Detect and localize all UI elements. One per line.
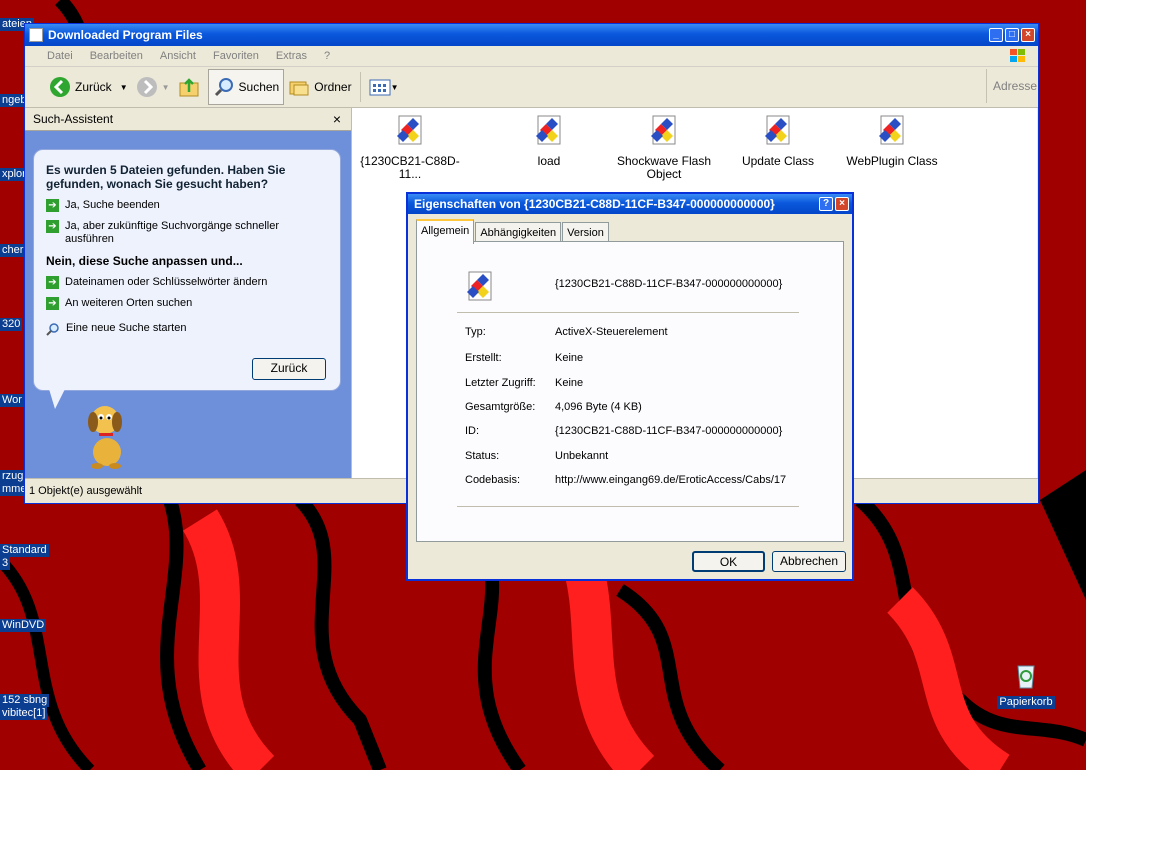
prop-value-typ: ActiveX-Steuerelement	[555, 326, 668, 338]
green-arrow-icon: ➔	[46, 276, 59, 289]
prop-label-status: Status:	[465, 450, 500, 462]
option-faster-search[interactable]: ➔ Ja, aber zukünftige Suchvorgänge schne…	[46, 220, 328, 246]
dialog-titlebar[interactable]: Eigenschaften von {1230CB21-C88D-11CF-B3…	[408, 194, 852, 214]
prop-label-typ: Typ:	[465, 326, 486, 338]
prop-value-letzter-zugriff: Keine	[555, 377, 584, 389]
activex-control-icon	[467, 271, 492, 301]
search-pane-close-icon[interactable]: ×	[333, 108, 341, 130]
green-arrow-icon: ➔	[46, 220, 59, 233]
desktop-icon-320[interactable]: 320	[0, 318, 23, 331]
activex-control-icon	[765, 115, 790, 145]
file-item-update-class[interactable]: Update Class	[728, 114, 828, 168]
views-dropdown-icon[interactable]: ▼	[391, 83, 399, 92]
file-item-webplugin-class[interactable]: WebPlugin Class	[842, 114, 942, 168]
search-dog-assistant-icon[interactable]	[77, 400, 137, 470]
refine-heading: Nein, diese Suche anpassen und...	[46, 254, 243, 268]
forward-button[interactable]: ▼	[132, 69, 174, 105]
prop-value-gesamtgroesse: 4,096 Byte (4 KB)	[555, 401, 642, 413]
prop-label-codebasis: Codebasis:	[465, 474, 521, 486]
magnifier-icon	[46, 323, 59, 336]
prop-label-gesamtgroesse: Gesamtgröße:	[465, 401, 536, 413]
activex-control-icon	[397, 115, 422, 145]
menu-extras[interactable]: Extras	[276, 50, 307, 62]
search-back-button[interactable]: Zurück	[252, 358, 326, 380]
windows-logo-icon	[1010, 49, 1025, 62]
menu-bearbeiten[interactable]: Bearbeiten	[90, 50, 143, 62]
menu-ansicht[interactable]: Ansicht	[160, 50, 196, 62]
folders-button[interactable]: Ordner	[284, 69, 355, 105]
divider	[457, 506, 799, 507]
tab-version[interactable]: Version	[562, 222, 609, 243]
object-name: {1230CB21-C88D-11CF-B347-000000000000}	[555, 278, 783, 290]
explorer-titlebar[interactable]: Downloaded Program Files _ □ ×	[25, 24, 1038, 46]
toolbar: Zurück ▼ ▼ Suchen Ordner ▼ Adresse	[25, 67, 1038, 108]
divider	[457, 312, 799, 313]
option-end-search[interactable]: ➔ Ja, Suche beenden	[46, 199, 328, 212]
tab-abhaengigkeiten[interactable]: Abhängigkeiten	[475, 222, 562, 243]
prop-label-id: ID:	[465, 425, 480, 437]
folder-up-icon	[179, 78, 199, 97]
folders-icon	[289, 81, 309, 96]
desktop-icon-windvd[interactable]: WinDVD	[0, 619, 47, 632]
option-other-locations[interactable]: ➔ An weiteren Orten suchen	[46, 297, 328, 310]
recycle-bin-icon	[1017, 665, 1035, 689]
prop-value-status: Unbekannt	[555, 450, 609, 462]
window-title: Downloaded Program Files	[48, 28, 203, 42]
activex-control-icon	[651, 115, 676, 145]
prop-value-id: {1230CB21-C88D-11CF-B347-000000000000}	[555, 425, 783, 437]
file-item-shockwave-flash[interactable]: Shockwave Flash Object	[614, 114, 714, 181]
back-button[interactable]: Zurück ▼	[45, 69, 132, 105]
desktop-icon-vibitec[interactable]: 152 sbng vibitec[1]	[0, 694, 50, 720]
help-button[interactable]: ?	[819, 197, 833, 211]
menu-datei[interactable]: Datei	[47, 50, 73, 62]
menu-help[interactable]: ?	[324, 50, 330, 62]
prop-value-codebasis[interactable]: http://www.eingang69.de/EroticAccess/Cab…	[555, 474, 795, 486]
dialog-close-button[interactable]: ×	[835, 197, 849, 211]
desktop-icon-cher[interactable]: cher	[0, 244, 26, 257]
close-button[interactable]: ×	[1021, 28, 1035, 42]
activex-control-icon	[536, 115, 561, 145]
properties-dialog: Eigenschaften von {1230CB21-C88D-11CF-B3…	[406, 192, 854, 581]
search-button[interactable]: Suchen	[207, 69, 285, 105]
views-grid-icon	[369, 79, 391, 96]
desktop-icon-recycle-bin[interactable]: Papierkorb	[996, 658, 1056, 709]
search-pane-header: Such-Assistent ×	[25, 108, 351, 131]
address-bar-label[interactable]: Adresse	[986, 69, 1038, 103]
prop-label-letzter-zugriff: Letzter Zugriff:	[465, 377, 536, 389]
ok-button[interactable]: OK	[692, 551, 765, 572]
views-button[interactable]: ▼	[365, 69, 403, 105]
green-arrow-icon: ➔	[46, 297, 59, 310]
search-icon	[214, 78, 233, 97]
folder-window-icon	[29, 28, 43, 42]
file-item-load[interactable]: load	[499, 114, 599, 168]
desktop-icon-word[interactable]: Wor	[0, 394, 24, 407]
back-arrow-icon	[50, 77, 70, 97]
bubble-tail	[49, 389, 65, 409]
option-change-filenames[interactable]: ➔ Dateinamen oder Schlüsselwörter ändern	[46, 276, 328, 289]
maximize-button[interactable]: □	[1005, 28, 1019, 42]
search-assistant-pane: Such-Assistent × Es wurden 5 Dateien gef…	[25, 108, 351, 478]
search-result-question: Es wurden 5 Dateien gefunden. Haben Sie …	[46, 163, 286, 191]
option-new-search[interactable]: Eine neue Suche starten	[46, 322, 328, 336]
forward-arrow-icon	[136, 77, 157, 97]
green-arrow-icon: ➔	[46, 199, 59, 212]
prop-label-erstellt: Erstellt:	[465, 352, 502, 364]
file-item-1230cb21[interactable]: {1230CB21-C88D-11...	[360, 114, 460, 181]
activex-control-icon	[879, 115, 904, 145]
prop-value-erstellt: Keine	[555, 352, 584, 364]
search-assistant-bubble: Es wurden 5 Dateien gefunden. Haben Sie …	[33, 149, 341, 391]
minimize-button[interactable]: _	[989, 28, 1003, 42]
menu-favoriten[interactable]: Favoriten	[213, 50, 259, 62]
menu-bar: Datei Bearbeiten Ansicht Favoriten Extra…	[25, 46, 1038, 67]
general-tab-panel: {1230CB21-C88D-11CF-B347-000000000000} T…	[416, 241, 844, 542]
toolbar-separator	[359, 72, 361, 102]
cancel-button[interactable]: Abbrechen	[772, 551, 846, 572]
up-folder-button[interactable]	[174, 69, 208, 105]
tab-allgemein[interactable]: Allgemein	[416, 219, 475, 244]
forward-dropdown-icon[interactable]: ▼	[162, 83, 170, 92]
back-dropdown-icon[interactable]: ▼	[120, 83, 128, 92]
dialog-title: Eigenschaften von {1230CB21-C88D-11CF-B3…	[414, 197, 775, 211]
desktop-icon-standard[interactable]: Standard 3	[0, 544, 49, 570]
